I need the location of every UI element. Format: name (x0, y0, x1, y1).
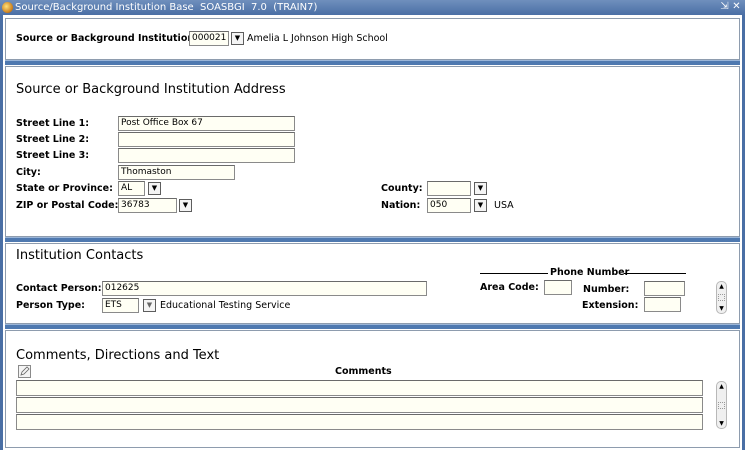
street3-field[interactable] (118, 148, 295, 163)
nation-description: USA (494, 200, 514, 211)
extension-label: Extension: (582, 300, 639, 311)
county-dropdown-icon[interactable]: ▼ (474, 182, 487, 195)
zip-field[interactable]: 36783 (118, 198, 177, 213)
extension-field[interactable] (644, 297, 681, 312)
comment-row[interactable] (16, 414, 703, 430)
person-type-field[interactable]: ETS (102, 298, 139, 313)
scrollbar-thumb[interactable] (718, 294, 725, 301)
area-code-field[interactable] (544, 280, 572, 295)
person-type-description: Educational Testing Service (160, 300, 291, 311)
county-field[interactable] (427, 181, 471, 196)
institution-dropdown-icon[interactable]: ▼ (231, 32, 244, 45)
contacts-heading: Institution Contacts (16, 248, 144, 263)
close-icon[interactable]: ✕ (731, 1, 742, 13)
window-frame-left (0, 15, 3, 450)
section-separator (5, 324, 740, 329)
state-label: State or Province: (16, 183, 113, 194)
nation-dropdown-icon[interactable]: ▼ (474, 199, 487, 212)
scroll-up-icon[interactable]: ▲ (717, 283, 726, 291)
street3-label: Street Line 3: (16, 150, 90, 161)
state-dropdown-icon[interactable]: ▼ (148, 182, 161, 195)
person-type-dropdown-icon[interactable]: ▼ (143, 299, 156, 312)
contact-person-label: Contact Person: (16, 283, 102, 294)
scrollbar-thumb[interactable] (718, 402, 725, 409)
zip-label: ZIP or Postal Code: (16, 200, 119, 211)
number-label: Number: (583, 284, 630, 295)
institution-code-field[interactable]: 000021 (189, 31, 229, 46)
contact-person-field[interactable]: 012625 (102, 281, 427, 296)
section-separator (5, 60, 740, 65)
zip-dropdown-icon[interactable]: ▼ (179, 199, 192, 212)
nation-field[interactable]: 050 (427, 198, 471, 213)
phone-group-rule-right (624, 273, 686, 274)
city-field[interactable]: Thomaston (118, 165, 235, 180)
comments-heading: Comments, Directions and Text (16, 348, 220, 363)
minimize-icon[interactable]: ⇲ (719, 1, 730, 13)
address-heading: Source or Background Institution Address (16, 82, 286, 97)
street2-field[interactable] (118, 132, 295, 147)
contacts-scrollbar[interactable]: ▲ ▼ (716, 281, 727, 314)
county-label: County: (381, 183, 423, 194)
comments-column-header: Comments (335, 366, 392, 377)
number-field[interactable] (644, 281, 685, 296)
edit-icon[interactable] (18, 365, 31, 378)
person-type-label: Person Type: (16, 300, 85, 311)
window-titlebar: Source/Background Institution Base SOASB… (0, 0, 745, 15)
phone-group-label: Phone Number (550, 267, 630, 278)
scroll-up-icon[interactable]: ▲ (717, 383, 726, 391)
nation-label: Nation: (381, 200, 421, 211)
app-icon (2, 2, 13, 13)
comment-row[interactable] (16, 380, 703, 396)
state-field[interactable]: AL (118, 181, 145, 196)
scroll-down-icon[interactable]: ▼ (717, 305, 726, 313)
area-code-label: Area Code: (480, 282, 539, 293)
city-label: City: (16, 167, 41, 178)
comment-row[interactable] (16, 397, 703, 413)
institution-label: Source or Background Institution: (16, 33, 198, 44)
comments-scrollbar[interactable]: ▲ ▼ (716, 381, 727, 429)
scroll-down-icon[interactable]: ▼ (717, 420, 726, 428)
institution-name: Amelia L Johnson High School (247, 33, 388, 44)
street1-label: Street Line 1: (16, 118, 90, 129)
window-title: Source/Background Institution Base SOASB… (15, 2, 318, 13)
street1-field[interactable]: Post Office Box 67 (118, 116, 295, 131)
section-separator (5, 237, 740, 242)
phone-group-rule-left (480, 273, 548, 274)
street2-label: Street Line 2: (16, 134, 90, 145)
